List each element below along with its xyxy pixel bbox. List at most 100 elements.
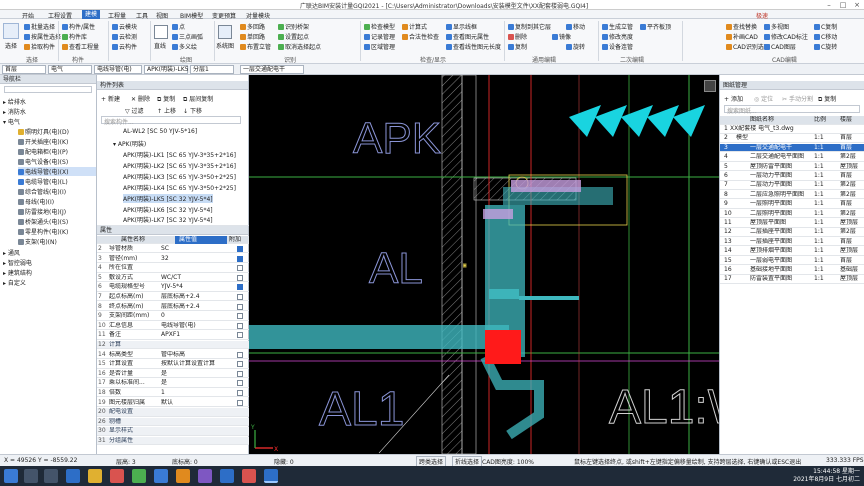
- property-row[interactable]: 17 乘以标准间... 是: [97, 379, 249, 388]
- line-button[interactable]: 直线: [154, 41, 166, 50]
- property-value[interactable]: 是: [161, 379, 233, 387]
- drawing-canvas[interactable]: ▣ APK AL AL1 AL1:W X Y: [249, 75, 719, 454]
- nav-item-grounding[interactable]: 防雷接地(电)(J): [18, 207, 66, 216]
- nav-category-water[interactable]: ▸ 给排水: [3, 97, 26, 106]
- property-row[interactable]: 18 倍数 1: [97, 389, 249, 398]
- show-wireframe-button[interactable]: 显示线框: [446, 22, 477, 31]
- windows-start-icon[interactable]: [4, 469, 18, 483]
- property-row[interactable]: 4 所在位置: [97, 264, 249, 273]
- property-value[interactable]: 32: [161, 255, 233, 263]
- single-loop-button[interactable]: 单回路: [240, 32, 265, 41]
- copy-drawing-button[interactable]: ⧉ 复制: [818, 94, 836, 104]
- select-tool-icon[interactable]: [3, 23, 19, 39]
- nav-item-combined[interactable]: 综合管线(电)(I): [18, 187, 66, 196]
- property-row[interactable]: 10 汇总信息 电线导管(电): [97, 322, 249, 331]
- system-diagram-button[interactable]: 系统图: [216, 41, 234, 50]
- nav-category-weak-current[interactable]: ▸ 智控弱电: [3, 258, 32, 267]
- pick-component-button[interactable]: 拾取构件: [24, 42, 55, 51]
- copy-component-button[interactable]: ⧉ 复制: [157, 94, 175, 104]
- drawing-row[interactable]: 13 一层插座平面图 1:1 首层: [720, 238, 864, 247]
- modify-cad-label-button[interactable]: 修改CAD标注: [764, 32, 808, 41]
- property-row[interactable]: 8 终点标高(m) 层底标高+2.4: [97, 303, 249, 311]
- component-group[interactable]: ▾ APK(明装): [113, 139, 146, 148]
- nav-category-hvac[interactable]: ▸ 通风: [3, 248, 20, 257]
- nav-item-busbar[interactable]: 母线(电)(I): [18, 197, 54, 206]
- app-icon[interactable]: [220, 469, 234, 483]
- component-search-input[interactable]: 搜索构件...: [101, 116, 241, 126]
- move-down-button[interactable]: ↓ 下移: [183, 106, 202, 115]
- component-select[interactable]: APK(明装)-LK5: [144, 65, 189, 74]
- copy-button[interactable]: 复制: [508, 42, 527, 51]
- property-attach-checkbox[interactable]: [237, 246, 243, 252]
- generate-riser-button[interactable]: 生成立管: [602, 22, 633, 31]
- formula-button[interactable]: 计算式: [402, 22, 427, 31]
- drawing-row[interactable]: 7 二层动力平面图 1:1 第2层: [720, 181, 864, 190]
- property-row[interactable]: 19 图元楼层归属 默认: [97, 399, 249, 407]
- delete-component-button[interactable]: ✕ 删除: [131, 94, 150, 103]
- align-top-button[interactable]: 平齐板顶: [640, 22, 671, 31]
- arc-button[interactable]: 三点画弧: [172, 32, 203, 41]
- nav-item-wire-conduit[interactable]: 电线导管(电)(X): [18, 167, 96, 176]
- property-value[interactable]: WC/CT: [161, 274, 233, 282]
- component-attribute-button[interactable]: 构件/属性: [62, 22, 95, 31]
- nav-item-device[interactable]: 电气设备(电)(S): [18, 157, 68, 166]
- layer-select[interactable]: 分层1: [190, 65, 234, 74]
- property-value[interactable]: 默认: [161, 399, 233, 407]
- cad-drawing[interactable]: ▣ APK AL AL1 AL1:W X Y: [249, 75, 719, 454]
- check-model-button[interactable]: 检查模型: [364, 22, 395, 31]
- component-item[interactable]: APK(明装)-LK3 [SC 65 YJV-3*50+2*25]: [123, 172, 236, 181]
- property-value[interactable]: 电线导管(电): [161, 322, 233, 330]
- mirror-button[interactable]: 镜像: [552, 32, 571, 41]
- property-value[interactable]: 是: [161, 370, 233, 378]
- cloud-component-button[interactable]: 云构件: [112, 42, 137, 51]
- nav-search-input[interactable]: [4, 86, 92, 93]
- component-item[interactable]: APK(明装)-LK7 [SC 32 YJV-5*4]: [123, 215, 213, 224]
- nav-category-custom[interactable]: ▸ 自定义: [3, 278, 26, 287]
- property-value[interactable]: 层底标高+2.4: [161, 293, 233, 301]
- nav-category-electric[interactable]: ▾ 电气: [3, 117, 20, 126]
- discipline-select[interactable]: 电气: [48, 65, 92, 74]
- property-row[interactable]: 15 计算设置 按默认计算设置计算: [97, 360, 249, 369]
- drawing-row[interactable]: 11 屋顶层平面图 1:1 屋顶层: [720, 219, 864, 228]
- property-attach-checkbox[interactable]: [237, 390, 243, 396]
- select-button[interactable]: 选择: [5, 41, 17, 50]
- nav-item-support[interactable]: 支架(电)(N): [18, 237, 57, 246]
- set-start-button[interactable]: 设置起点: [278, 32, 309, 41]
- task-view-icon[interactable]: [44, 469, 58, 483]
- line-draw-icon[interactable]: [154, 25, 168, 39]
- app-icon[interactable]: [154, 469, 168, 483]
- property-row[interactable]: 5 敷设方式 WC/CT: [97, 274, 249, 283]
- delete-button[interactable]: 删除: [508, 32, 527, 41]
- app-icon[interactable]: [176, 469, 190, 483]
- c-move-button[interactable]: C移动: [814, 32, 837, 41]
- drawing-select[interactable]: 一层交通配电干: [240, 65, 304, 74]
- drawing-row-selected[interactable]: 3 一层交通配电干 1:1 首层: [720, 143, 864, 153]
- property-value[interactable]: SC: [161, 245, 233, 253]
- floor-select[interactable]: 首层: [2, 65, 46, 74]
- app-icon[interactable]: [132, 469, 146, 483]
- cloud-check-button[interactable]: 云检测: [112, 32, 137, 41]
- batch-select-button[interactable]: 批量选择: [24, 22, 55, 31]
- copy-to-layer-button[interactable]: 复制到其它层: [508, 22, 551, 31]
- component-item[interactable]: AL-WL2 [SC 50 YJV-5*16]: [123, 128, 197, 135]
- property-row[interactable]: 9 支架间距(mm) 0: [97, 312, 249, 321]
- nav-item-tray-fitting[interactable]: 桥架通头(电)(S): [18, 217, 68, 226]
- nav-item-switch[interactable]: 开关插座(电)(K): [18, 137, 68, 146]
- property-attach-checkbox[interactable]: [237, 351, 243, 358]
- app-icon[interactable]: [242, 469, 256, 483]
- drawing-row[interactable]: 14 屋顶排烟平面图 1:1 屋顶层: [720, 247, 864, 256]
- property-row[interactable]: 7 起点标高(m) 层底标高+2.4: [97, 293, 249, 302]
- drawing-row[interactable]: 9 一层照明平面图 1:1 首层: [720, 200, 864, 209]
- split-drawing-button[interactable]: ✂ 手动分割: [782, 94, 813, 103]
- drawing-row[interactable]: 4 二层交通配电平面图 1:1 第2层: [720, 153, 864, 162]
- c-rotate-button[interactable]: C旋转: [814, 42, 837, 51]
- multi-view-button[interactable]: 多视图: [764, 22, 789, 31]
- property-attach-checkbox[interactable]: [237, 255, 243, 262]
- search-icon[interactable]: [24, 469, 38, 483]
- rotate-button[interactable]: 旋转: [566, 42, 585, 51]
- component-item[interactable]: APK(明装)-LK1 [SC 65 YJV-3*35+2*16]: [123, 150, 236, 159]
- property-attach-checkbox[interactable]: [237, 399, 243, 406]
- polyline-button[interactable]: 多义绘: [172, 42, 197, 51]
- view-cube-icon[interactable]: [704, 80, 716, 92]
- drawing-row[interactable]: 15 一层弱电平面图 1:1 首层: [720, 257, 864, 266]
